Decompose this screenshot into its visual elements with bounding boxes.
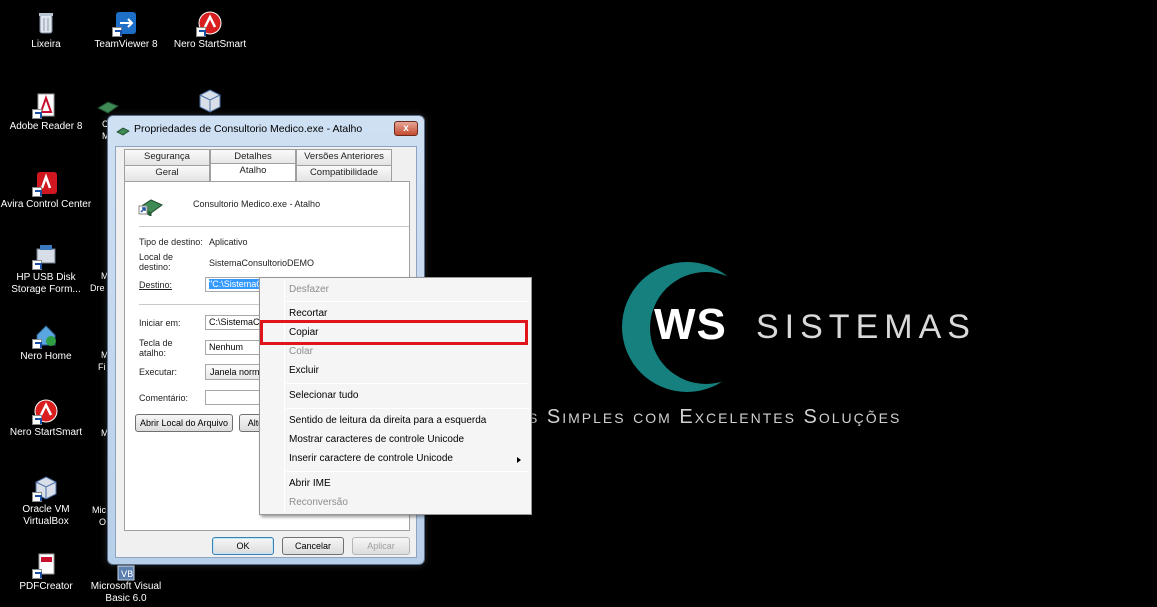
shortcut-arrow-icon (32, 415, 42, 425)
desktop: Lixeira Adobe Reader 8 Avira Control Cen… (0, 0, 1157, 607)
separator (139, 226, 409, 227)
shortcut-arrow-icon (196, 27, 206, 37)
apply-button[interactable]: Aplicar (352, 537, 410, 555)
desktop-icon-pdfcreator[interactable]: PDFCreator (0, 552, 92, 593)
comment-label: Comentário: (139, 393, 189, 403)
menu-separator (286, 471, 529, 472)
logo-tagline: s Simples com Excelentes Soluções (528, 406, 902, 428)
start-in-label: Iniciar em: (139, 318, 181, 328)
target-location-value: SistemaConsultorioDEMO (209, 258, 315, 268)
menu-item-undo[interactable]: Desfazer (289, 284, 329, 295)
shortcut-arrow-icon (32, 492, 42, 502)
desktop-icon-hp-usb[interactable]: HP USB Disk Storage Form... (0, 243, 92, 296)
partial-icon-label: Dre (90, 283, 105, 293)
nero-icon (196, 10, 224, 37)
virtualbox-icon (32, 475, 60, 502)
shortcut-arrow-icon (32, 569, 42, 579)
desktop-icon-avira[interactable]: Avira Control Center (0, 170, 92, 211)
menu-item-select-all[interactable]: Selecionar tudo (289, 390, 359, 401)
desktop-icon-label: Nero StartSmart (9, 427, 83, 438)
copy-highlight-box (260, 320, 528, 345)
partial-icon-label: O (99, 517, 107, 527)
shortcut-arrow-icon (32, 260, 42, 270)
shortcut-arrow-icon (32, 187, 42, 197)
shortcut-arrow-icon (32, 339, 42, 349)
usb-disk-icon (32, 243, 60, 270)
nero-home-icon (32, 322, 60, 349)
menu-item-insert-unicode[interactable]: Inserir caractere de controle Unicode (289, 453, 453, 464)
desktop-icon-teamviewer[interactable]: TeamViewer 8 (80, 10, 172, 51)
teamviewer-icon (112, 10, 140, 37)
logo-sistemas: SISTEMAS (756, 308, 976, 346)
desktop-icon-label: Nero Home (20, 351, 72, 362)
desktop-icon-recycle-bin[interactable]: Lixeira (0, 10, 92, 51)
run-label: Executar: (139, 367, 178, 377)
submenu-arrow-icon (517, 457, 521, 463)
menu-item-open-ime[interactable]: Abrir IME (289, 478, 331, 489)
avira-icon (32, 170, 60, 197)
virtualbox-icon (196, 88, 224, 114)
partial-icon-label: Fi (98, 362, 106, 372)
shortcut-key-value: Nenhum (209, 342, 244, 352)
adobe-reader-icon (32, 92, 60, 119)
desktop-icon-label: Oracle VM VirtualBox (22, 504, 70, 527)
pdfcreator-icon (32, 552, 60, 579)
menu-separator (286, 383, 529, 384)
ok-button[interactable]: OK (212, 537, 274, 555)
shortcut-arrow-icon (112, 27, 122, 37)
desktop-icon-visual-basic[interactable]: VB Microsoft Visual Basic 6.0 (80, 560, 172, 605)
desktop-icon-nero-home[interactable]: Nero Home (0, 322, 92, 363)
desktop-icon-nero-startsmart-2[interactable]: Nero StartSmart (0, 398, 92, 439)
svg-text:VB: VB (121, 570, 133, 580)
desktop-icon-label: Nero StartSmart (173, 39, 247, 50)
shortcut-app-icon (116, 123, 130, 136)
tab-previous-versions[interactable]: Versões Anteriores (296, 149, 392, 165)
shortcut-name: Consultorio Medico.exe - Atalho (193, 199, 321, 209)
dialog-title: Propriedades de Consultorio Medico.exe -… (134, 123, 363, 135)
desktop-icon-nero-startsmart[interactable]: Nero StartSmart (164, 10, 256, 51)
desktop-icon-label: PDFCreator (19, 581, 73, 592)
menu-item-show-unicode[interactable]: Mostrar caracteres de controle Unicode (289, 434, 464, 445)
menu-item-reconversion[interactable]: Reconversão (289, 497, 348, 508)
menu-separator (286, 301, 529, 302)
nero-icon (32, 398, 60, 425)
menu-gutter (284, 280, 285, 512)
target-location-label: Local de destino: (139, 252, 174, 272)
tab-row-front: Geral Atalho Compatibilidade (124, 163, 392, 181)
target-label: Destino: (139, 280, 173, 290)
recycle-bin-icon (32, 10, 60, 36)
dialog-titlebar[interactable]: Propriedades de Consultorio Medico.exe -… (108, 116, 424, 144)
logo-ws: WS (654, 300, 727, 349)
desktop-icon-adobe-reader[interactable]: Adobe Reader 8 (0, 92, 92, 133)
desktop-icon-label: TeamViewer 8 (94, 39, 158, 50)
cancel-button[interactable]: Cancelar (282, 537, 344, 555)
tab-shortcut[interactable]: Atalho (210, 163, 296, 181)
target-type-value: Aplicativo (209, 237, 248, 247)
tab-general[interactable]: Geral (124, 165, 210, 181)
menu-item-delete[interactable]: Excluir (289, 365, 319, 376)
shortcut-large-icon (137, 192, 165, 217)
tab-security[interactable]: Segurança (124, 149, 210, 165)
shortcut-arrow-icon (32, 109, 42, 119)
shortcut-key-label: Tecla de atalho: (139, 338, 173, 358)
context-menu: Desfazer Recortar Copiar Colar Excluir S… (259, 277, 532, 515)
tab-compatibility[interactable]: Compatibilidade (296, 165, 392, 181)
target-type-label: Tipo de destino: (139, 237, 203, 247)
menu-item-cut[interactable]: Recortar (289, 308, 327, 319)
menu-item-rtl[interactable]: Sentido de leitura da direita para a esq… (289, 415, 486, 426)
close-button[interactable]: x (394, 121, 418, 136)
desktop-icon-label: Adobe Reader 8 (9, 121, 83, 132)
open-file-location-button[interactable]: Abrir Local do Arquivo (135, 414, 233, 432)
desktop-icon-virtualbox-2[interactable] (164, 88, 256, 117)
menu-item-paste[interactable]: Colar (289, 346, 313, 357)
partial-icon-label: Mic (92, 505, 106, 515)
desktop-icon-label: HP USB Disk Storage Form... (11, 272, 81, 295)
desktop-icon-virtualbox[interactable]: Oracle VM VirtualBox (0, 475, 92, 528)
menu-separator (286, 408, 529, 409)
desktop-icon-label: Lixeira (31, 39, 61, 50)
desktop-icon-label: Avira Control Center (0, 199, 92, 210)
